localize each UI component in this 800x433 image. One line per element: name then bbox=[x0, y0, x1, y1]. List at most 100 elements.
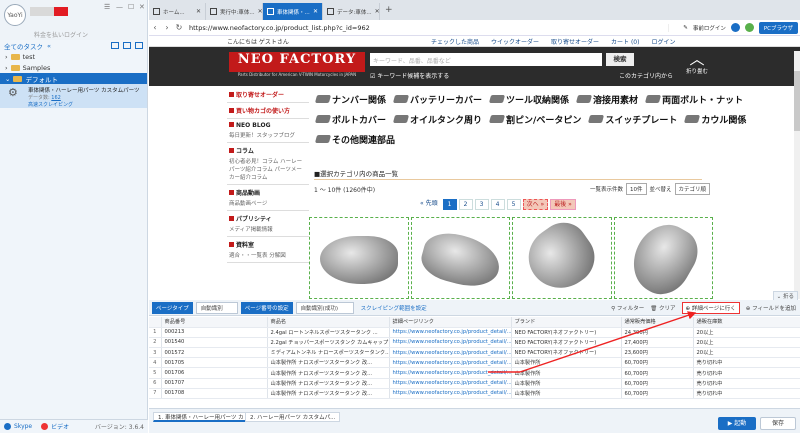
table-row[interactable]: 4 001705 山本製作所 ナロスポーツスタータンク 改... https://ww… bbox=[149, 357, 800, 369]
table-cell[interactable]: NEO FACTORY(ネオファクトリー) bbox=[511, 337, 622, 349]
table-cell[interactable]: 山本製作所 ナロスポーツスタータンク 改... bbox=[267, 388, 390, 400]
fast-scrape-link[interactable]: 高速スクレイピング bbox=[28, 101, 73, 108]
table-cell[interactable]: 売り切れ中 bbox=[693, 388, 800, 400]
new-folder-icon[interactable] bbox=[111, 42, 119, 49]
table-cell[interactable]: 60,700円 bbox=[621, 357, 694, 369]
column-header[interactable]: 商品名 bbox=[267, 317, 390, 328]
product-card[interactable] bbox=[410, 217, 510, 299]
table-cell[interactable]: 60,700円 bbox=[621, 378, 694, 389]
tab-running[interactable]: 実行中:車体... ✕ bbox=[206, 3, 263, 20]
login-note[interactable]: 料金を払いログイン bbox=[34, 30, 88, 39]
page-link[interactable]: 5 bbox=[506, 199, 521, 210]
filter-button[interactable]: ⚲ フィルター bbox=[611, 304, 644, 312]
category-link[interactable]: ツール収納関係 bbox=[488, 93, 569, 106]
product-card[interactable] bbox=[512, 213, 612, 299]
skype-link[interactable]: Skype bbox=[14, 423, 32, 430]
category-link[interactable]: 両面ボルト・ナット bbox=[644, 93, 743, 106]
table-cell[interactable]: https://www.neofactory.co.jp/product_det… bbox=[389, 378, 512, 389]
table-cell[interactable]: 001708 bbox=[161, 388, 268, 400]
tab-home[interactable]: ホーム... ✕ bbox=[149, 3, 206, 20]
category-link[interactable]: スイッチプレート bbox=[588, 113, 677, 126]
login-link[interactable]: ログイン bbox=[651, 37, 675, 46]
page-type-select[interactable]: 自動識別 bbox=[195, 301, 238, 314]
table-cell[interactable]: https://www.neofactory.co.jp/product_det… bbox=[389, 367, 512, 379]
sort-select[interactable]: カテゴリ順 bbox=[674, 183, 711, 195]
menu-archive[interactable]: 資料室 適合・・一覧表 分解図 bbox=[227, 237, 309, 263]
category-link[interactable]: バッテリーカバー bbox=[392, 93, 482, 106]
table-row[interactable]: 7 001708 山本製作所 ナロスポーツスタータンク 改... https://ww… bbox=[149, 388, 800, 400]
table-row[interactable]: 3 001572 ミディアムトンネル ナロースポーツスタータンク... https:/… bbox=[149, 347, 800, 359]
menu-sub[interactable]: 商品動画ページ bbox=[229, 199, 307, 207]
menu-sub[interactable]: メディア掲載情報 bbox=[229, 225, 307, 233]
order-link[interactable]: 取り寄せオーダー bbox=[551, 37, 599, 46]
table-cell[interactable]: 山本製作所 bbox=[511, 357, 622, 369]
table-cell[interactable]: 001705 bbox=[161, 357, 268, 369]
category-link[interactable]: 割ピン/ベータピン bbox=[488, 113, 581, 126]
table-cell[interactable]: 山本製作所 bbox=[511, 367, 622, 379]
cart-link[interactable]: カート (0) bbox=[611, 37, 639, 46]
table-cell[interactable]: 60,700円 bbox=[621, 388, 694, 400]
site-logo[interactable]: NEO FACTORY bbox=[229, 52, 365, 72]
table-cell[interactable]: 27,400円 bbox=[621, 337, 694, 349]
expand-icon[interactable]: ⌄ bbox=[5, 75, 10, 83]
bottom-tab-2[interactable]: 2. ハーレー用パーツ カスタムパ... bbox=[245, 412, 341, 422]
table-cell[interactable]: NEO FACTORY(ネオファクトリー) bbox=[511, 327, 622, 338]
column-header[interactable]: 詳細ページリンク bbox=[389, 317, 512, 328]
page-link[interactable]: 1 bbox=[442, 199, 457, 210]
table-cell[interactable]: 山本製作所 bbox=[511, 388, 622, 400]
table-cell[interactable]: https://www.neofactory.co.jp/product_det… bbox=[389, 357, 512, 369]
column-header[interactable]: 商品番号 bbox=[161, 317, 268, 328]
scrape-range-link[interactable]: スクレイピング範囲を設定 bbox=[361, 304, 427, 312]
next-page-link[interactable]: 次へ » bbox=[522, 199, 549, 210]
reload-icon[interactable]: ↻ bbox=[173, 23, 185, 32]
table-cell[interactable]: 山本製作所 ナロスポーツスタータンク 改... bbox=[267, 367, 390, 379]
menu-cart-help[interactable]: 買い物カゴの使い方 bbox=[227, 103, 309, 119]
fuel-tank-image[interactable] bbox=[320, 236, 398, 284]
save-button[interactable]: 保存 bbox=[760, 417, 796, 430]
menu-order[interactable]: 取り寄せオーダー bbox=[227, 87, 309, 103]
close-icon[interactable]: ✕ bbox=[139, 3, 145, 11]
menu-blog[interactable]: NEO BLOG 毎日更新！スタッフブログ bbox=[227, 119, 309, 143]
product-card[interactable] bbox=[309, 217, 409, 299]
product-card[interactable] bbox=[613, 214, 713, 299]
maximize-icon[interactable]: ☐ bbox=[128, 3, 134, 11]
table-row[interactable]: 1 000213 2.4gal ロートンネルスポーツスタータンク ... https:… bbox=[149, 327, 800, 338]
import-icon[interactable] bbox=[123, 42, 131, 49]
table-cell[interactable]: 23,600円 bbox=[621, 347, 694, 359]
task-item[interactable]: ⚙ 車体関係・ハーレー用パーツ カスタムパーツ データ数: 162 高速スクレイ… bbox=[0, 84, 147, 108]
search-input[interactable]: キーワード、品番、品番など bbox=[370, 53, 602, 66]
table-cell[interactable]: 24,300円 bbox=[621, 327, 694, 338]
expand-icon[interactable]: › bbox=[5, 53, 8, 61]
tab-current[interactable]: 車体関係・... ✕ bbox=[263, 3, 323, 20]
fuel-tank-image[interactable] bbox=[620, 214, 707, 299]
category-link[interactable]: 溶接用素材 bbox=[575, 93, 638, 106]
new-tab-icon[interactable]: + bbox=[380, 5, 398, 15]
extension-icon[interactable] bbox=[744, 23, 754, 32]
menu-icon[interactable]: ☰ bbox=[104, 3, 110, 11]
expand-icon[interactable]: › bbox=[5, 64, 8, 72]
close-icon[interactable]: ✕ bbox=[313, 8, 318, 15]
table-cell[interactable]: 001572 bbox=[161, 347, 268, 359]
table-cell[interactable]: ミディアムトンネル ナロースポーツスタータンク... bbox=[267, 347, 390, 359]
quick-order-link[interactable]: ウイックオーダー bbox=[491, 37, 539, 46]
table-cell[interactable]: 山本製作所 ナロスポーツスタータンク 改... bbox=[267, 357, 390, 369]
table-cell[interactable]: 売り切れ中 bbox=[693, 378, 800, 389]
close-icon[interactable]: ✕ bbox=[196, 8, 201, 15]
table-cell[interactable]: 60,700円 bbox=[621, 367, 694, 379]
table-cell[interactable]: 20以上 bbox=[693, 337, 800, 349]
list-icon[interactable] bbox=[135, 42, 143, 49]
table-cell[interactable]: 001707 bbox=[161, 378, 268, 389]
table-row[interactable]: 6 001707 山本製作所 ナロスポーツスタータンク 改... https://ww… bbox=[149, 378, 800, 389]
category-link[interactable]: ナンバー関係 bbox=[314, 93, 386, 106]
page-link[interactable]: 4 bbox=[490, 199, 505, 210]
table-cell[interactable]: 000213 bbox=[161, 327, 268, 338]
page-number-select[interactable]: 自動識別(成功) bbox=[295, 301, 354, 314]
back-icon[interactable]: ‹ bbox=[149, 23, 161, 32]
bottom-tab-1[interactable]: 1. 車体関係・ハーレー用パーツ カ bbox=[153, 412, 249, 422]
tree-item-default[interactable]: ⌄ デフォルト bbox=[0, 73, 147, 84]
menu-sub[interactable]: 初心者必見！コラム ハーレーパーツ紹介コラム パーツメーカー紹介コラム bbox=[229, 157, 307, 181]
table-cell[interactable]: 20以上 bbox=[693, 347, 800, 359]
pre-login-button[interactable]: 事前ログイン bbox=[693, 24, 726, 32]
table-cell[interactable]: 売り切れ中 bbox=[693, 367, 800, 379]
info-icon[interactable] bbox=[730, 23, 740, 32]
